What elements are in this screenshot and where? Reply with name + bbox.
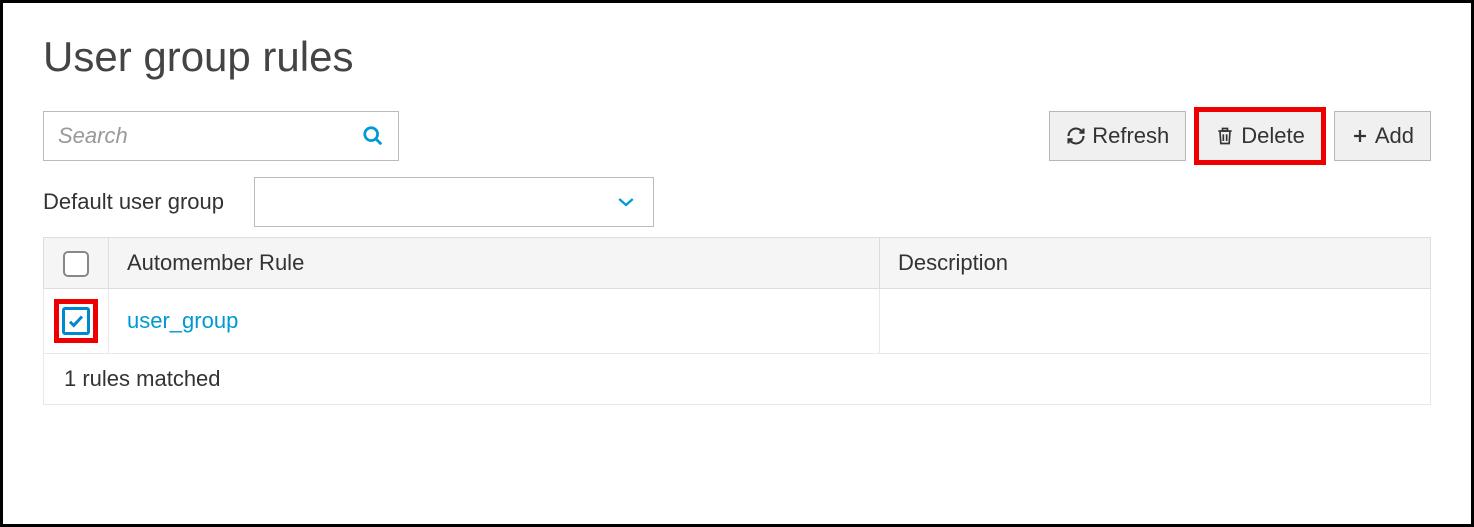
search-input[interactable] (58, 123, 362, 149)
select-all-header[interactable] (44, 238, 109, 289)
plus-icon (1351, 127, 1369, 145)
delete-label: Delete (1241, 123, 1305, 149)
row-checkbox-highlight (54, 299, 98, 343)
row-checkbox[interactable] (62, 307, 90, 335)
table-footer: 1 rules matched (44, 354, 1431, 405)
search-icon[interactable] (362, 125, 384, 147)
default-group-row: Default user group (43, 177, 1431, 227)
default-group-label: Default user group (43, 189, 224, 215)
refresh-label: Refresh (1092, 123, 1169, 149)
refresh-button[interactable]: Refresh (1049, 111, 1186, 161)
trash-icon (1215, 126, 1235, 146)
select-all-checkbox[interactable] (63, 251, 89, 277)
delete-button[interactable]: Delete (1198, 111, 1322, 161)
rules-table: Automember Rule Description user_group (43, 237, 1431, 405)
row-description-cell (880, 289, 1431, 354)
column-description[interactable]: Description (880, 238, 1431, 289)
row-rule-cell: user_group (109, 289, 880, 354)
table-row: user_group (44, 289, 1431, 354)
add-button[interactable]: Add (1334, 111, 1431, 161)
match-count: 1 rules matched (44, 354, 1431, 405)
page-title: User group rules (43, 33, 1431, 81)
add-label: Add (1375, 123, 1414, 149)
toolbar: Refresh Delete Add (43, 111, 1431, 161)
search-box[interactable] (43, 111, 399, 161)
default-group-select[interactable] (254, 177, 654, 227)
column-rule[interactable]: Automember Rule (109, 238, 880, 289)
rule-link[interactable]: user_group (127, 308, 238, 333)
action-buttons: Refresh Delete Add (1049, 111, 1431, 161)
refresh-icon (1066, 126, 1086, 146)
row-select-cell[interactable] (44, 289, 109, 354)
chevron-down-icon (617, 196, 635, 208)
